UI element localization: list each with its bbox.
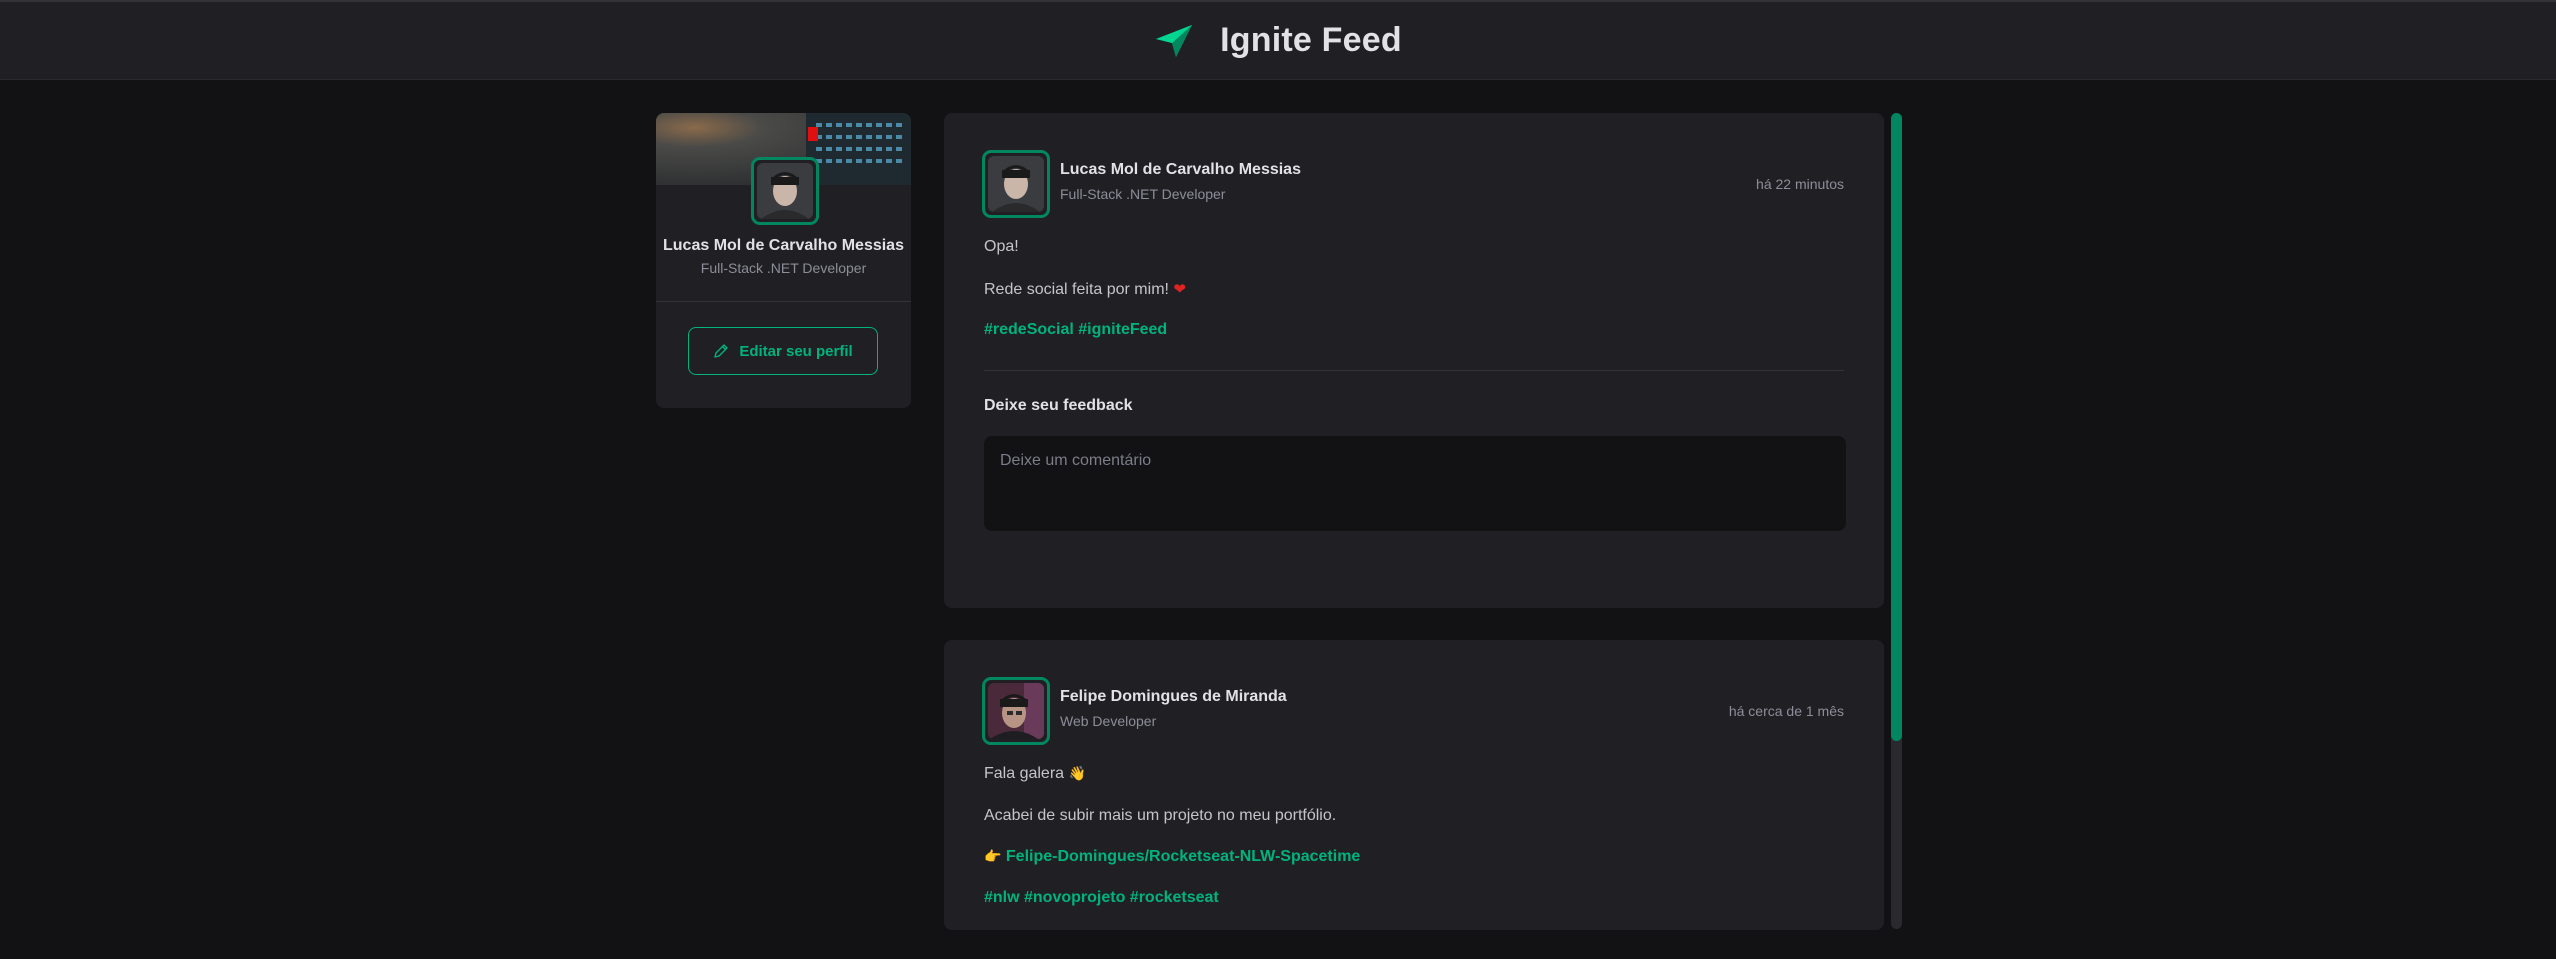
- edit-profile-label: Editar seu perfil: [739, 342, 853, 360]
- pencil-icon: [714, 344, 729, 358]
- heart-icon: ❤: [1173, 281, 1186, 298]
- post-text-line: Rede social feita por mim! ❤: [984, 280, 1186, 299]
- author-name[interactable]: Lucas Mol de Carvalho Messias: [1060, 161, 1301, 179]
- scrollbar-thumb[interactable]: [1891, 113, 1902, 741]
- post-text-line: Acabei de subir mais um projeto no meu p…: [984, 807, 1337, 824]
- post-card: Lucas Mol de Carvalho Messias Full-Stack…: [944, 113, 1884, 608]
- pointing-hand-icon: 👉: [984, 848, 1002, 864]
- edit-profile-button[interactable]: Editar seu perfil: [688, 327, 878, 375]
- post-time[interactable]: há 22 minutos: [1756, 176, 1844, 192]
- post-card: Felipe Domingues de Miranda Web Develope…: [944, 640, 1884, 930]
- post-text-line: Fala galera 👋: [984, 765, 1086, 783]
- post-time[interactable]: há cerca de 1 mês: [1729, 703, 1844, 719]
- post-text-line: Opa!: [984, 238, 1019, 255]
- author-role: Full-Stack .NET Developer: [1060, 186, 1226, 202]
- feedback-title: Deixe seu feedback: [984, 397, 1133, 414]
- paper-plane-icon: [1156, 24, 1193, 57]
- post-link-line: 👉 Felipe-Domingues/Rocketseat-NLW-Spacet…: [984, 848, 1360, 866]
- author-avatar[interactable]: [982, 150, 1050, 218]
- app-header: Ignite Feed: [0, 0, 2556, 80]
- feed-scrollbar[interactable]: [1891, 113, 1902, 929]
- post-text: Fala galera: [984, 765, 1065, 782]
- author-avatar[interactable]: [982, 677, 1050, 745]
- post-text: Rede social feita por mim!: [984, 281, 1169, 298]
- app-title: Ignite Feed: [1220, 21, 1402, 59]
- comment-input[interactable]: [984, 436, 1846, 531]
- post-hashtags[interactable]: #redeSocial #igniteFeed: [984, 321, 1167, 339]
- profile-name: Lucas Mol de Carvalho Messias: [663, 237, 904, 254]
- profile-role: Full-Stack .NET Developer: [700, 260, 867, 276]
- profile-avatar[interactable]: [751, 157, 819, 225]
- project-link[interactable]: Felipe-Domingues/Rocketseat-NLW-Spacetim…: [1006, 848, 1360, 865]
- profile-sidebar: Lucas Mol de Carvalho Messias Full-Stack…: [656, 113, 911, 408]
- post-hashtags[interactable]: #nlw #novoprojeto #rocketseat: [984, 889, 1219, 907]
- author-role: Web Developer: [1060, 713, 1157, 729]
- profile-divider: [656, 301, 911, 302]
- post-divider: [984, 370, 1844, 371]
- waving-hand-icon: 👋: [1068, 765, 1086, 781]
- author-name[interactable]: Felipe Domingues de Miranda: [1060, 688, 1287, 706]
